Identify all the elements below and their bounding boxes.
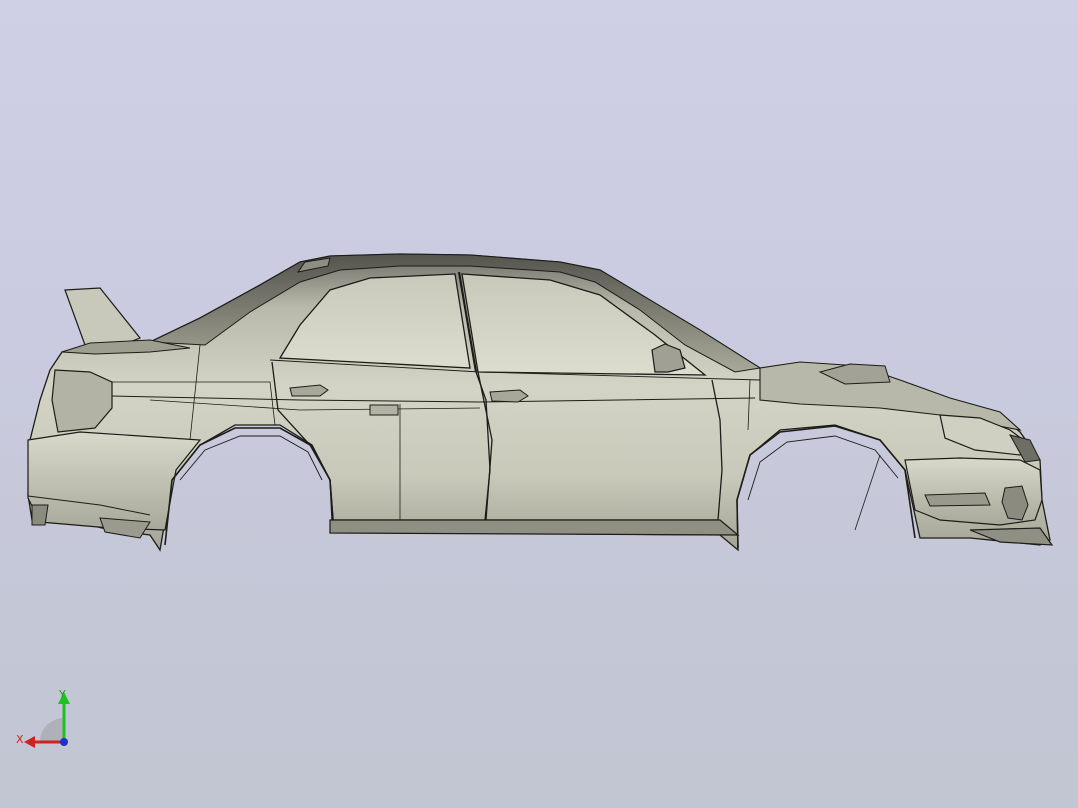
y-axis-label: Y xyxy=(59,688,66,701)
side-skirt xyxy=(329,519,740,536)
rear-bumper xyxy=(27,431,202,531)
rear-wing xyxy=(64,287,141,347)
graphics-viewport[interactable]: X Y xyxy=(0,0,1078,808)
x-axis-label: X xyxy=(16,733,24,746)
car-body-model[interactable] xyxy=(0,0,1078,808)
coordinate-triad: X Y xyxy=(10,684,80,754)
